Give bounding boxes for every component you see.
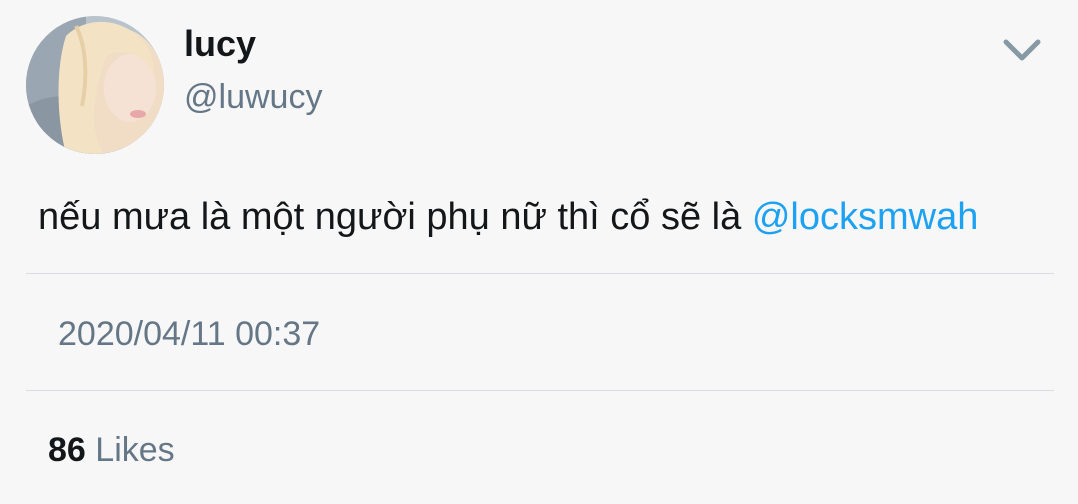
avatar[interactable] — [26, 16, 164, 154]
mention-link[interactable]: @locksmwah — [752, 196, 979, 238]
display-name[interactable]: lucy — [184, 22, 256, 66]
tweet-text: nếu mưa là một người phụ nữ thì cổ sẽ là… — [38, 192, 978, 242]
likes-label: Likes — [95, 431, 175, 469]
likes-stat[interactable]: 86 Likes — [48, 428, 175, 472]
tweet-body: nếu mưa là một người phụ nữ thì cổ sẽ là — [38, 196, 752, 238]
chevron-down-icon[interactable] — [1000, 30, 1044, 70]
divider — [26, 273, 1054, 274]
tweet-detail: lucy @luwucy nếu mưa là một người phụ nữ… — [0, 0, 1078, 504]
divider — [26, 390, 1054, 391]
user-handle[interactable]: @luwucy — [184, 76, 322, 118]
tweet-timestamp[interactable]: 2020/04/11 00:37 — [58, 312, 320, 356]
avatar-image — [26, 16, 164, 154]
likes-count: 86 — [48, 431, 86, 469]
